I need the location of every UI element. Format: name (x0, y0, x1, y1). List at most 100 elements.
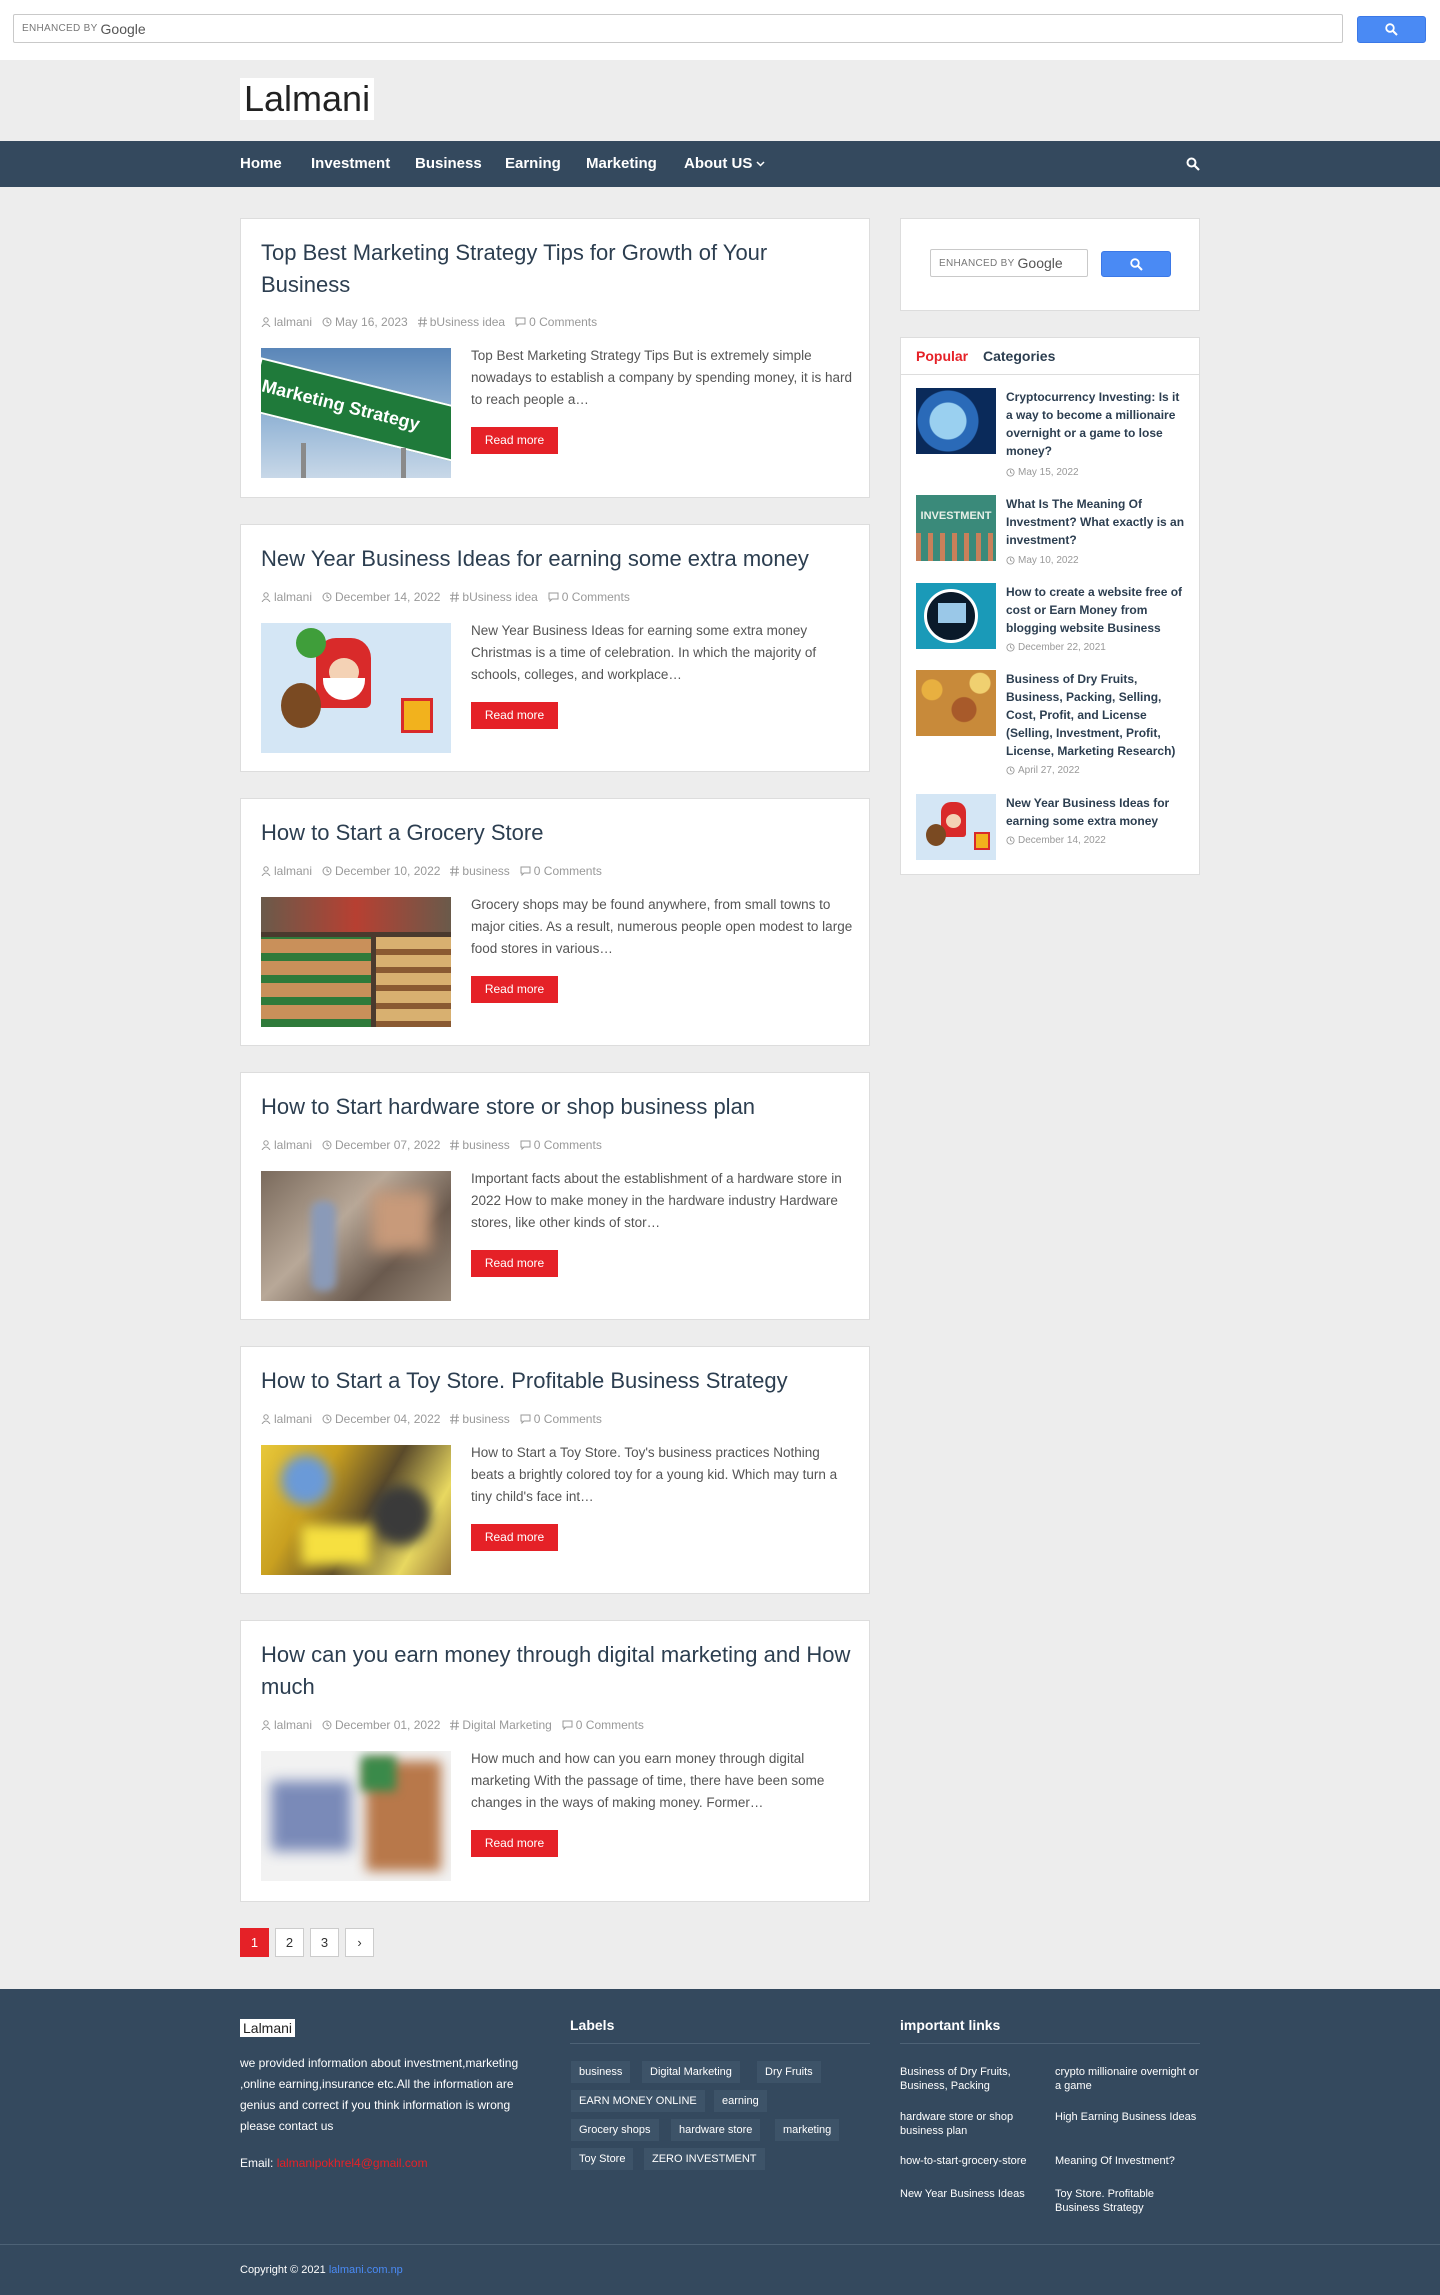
read-more-button[interactable]: Read more (471, 976, 558, 1003)
user-icon (261, 317, 271, 327)
post-comments[interactable]: 0 Comments (562, 1718, 644, 1732)
read-more-button[interactable]: Read more (471, 427, 558, 454)
post-title[interactable]: How can you earn money through digital m… (261, 1639, 851, 1703)
post-author[interactable]: lalmani (261, 315, 312, 329)
post-comments[interactable]: 0 Comments (515, 315, 597, 329)
popular-item-thumbnail[interactable] (916, 583, 996, 649)
read-more-button[interactable]: Read more (471, 1830, 558, 1857)
label-tag[interactable]: marketing (775, 2119, 840, 2141)
read-more-button[interactable]: Read more (471, 1524, 558, 1551)
post-label[interactable]: business (450, 864, 510, 878)
user-icon (261, 1720, 271, 1730)
popular-item-date: May 10, 2022 (1006, 555, 1079, 566)
post-label[interactable]: business (450, 1412, 510, 1426)
label-tag[interactable]: Digital Marketing (642, 2061, 740, 2083)
nav-business[interactable]: Business (415, 141, 482, 187)
popular-item-thumbnail[interactable] (916, 794, 996, 860)
post-author[interactable]: lalmani (261, 590, 312, 604)
user-icon (261, 592, 271, 602)
search-enhanced-label: ENHANCED BY (22, 23, 98, 34)
popular-item-title[interactable]: What Is The Meaning Of Investment? What … (1006, 495, 1186, 549)
post-title[interactable]: Top Best Marketing Strategy Tips for Gro… (261, 237, 851, 301)
post-comments[interactable]: 0 Comments (520, 864, 602, 878)
label-tag[interactable]: Toy Store (571, 2148, 634, 2170)
footer-link[interactable]: New Year Business Ideas (900, 2187, 1045, 2201)
post-thumbnail[interactable] (261, 1751, 451, 1881)
post-thumbnail[interactable] (261, 1171, 451, 1301)
tab-popular[interactable]: Popular (916, 338, 968, 375)
footer-link[interactable]: how-to-start-grocery-store (900, 2154, 1045, 2168)
popular-item-title[interactable]: Business of Dry Fruits, Business, Packin… (1006, 670, 1186, 760)
footer-link[interactable]: Toy Store. Profitable Business Strategy (1055, 2187, 1200, 2215)
site-logo[interactable]: Lalmani (240, 78, 375, 120)
post-comments[interactable]: 0 Comments (548, 590, 630, 604)
comment-icon (515, 317, 526, 327)
label-tag[interactable]: earning (714, 2090, 767, 2112)
page-2-button[interactable]: 2 (275, 1928, 304, 1957)
label-tag[interactable]: business (571, 2061, 631, 2083)
post-thumbnail[interactable] (261, 1445, 451, 1575)
post-comments[interactable]: 0 Comments (520, 1412, 602, 1426)
search-button[interactable] (1357, 16, 1426, 43)
copyright: Copyright © 2021 lalmani.com.np (240, 2264, 403, 2276)
post-comments[interactable]: 0 Comments (520, 1138, 602, 1152)
popular-item-title[interactable]: How to create a website free of cost or … (1006, 583, 1186, 637)
post-label[interactable]: Digital Marketing (450, 1718, 552, 1732)
hash-icon (417, 317, 427, 327)
label-tag[interactable]: ZERO INVESTMENT (644, 2148, 765, 2170)
copyright-text: Copyright © 2021 (240, 2264, 329, 2276)
post-thumbnail[interactable]: Marketing Strategy (261, 348, 451, 478)
sidebar-search-button[interactable] (1101, 251, 1171, 277)
footer-logo[interactable]: Lalmani (240, 2019, 296, 2037)
sidebar-search-input[interactable]: ENHANCED BY Google (930, 249, 1088, 277)
footer-link[interactable]: Business of Dry Fruits, Business, Packin… (900, 2065, 1045, 2093)
post-card: How to Start hardware store or shop busi… (240, 1072, 870, 1320)
popular-item-title[interactable]: New Year Business Ideas for earning some… (1006, 794, 1186, 830)
page-3-button[interactable]: 3 (310, 1928, 339, 1957)
footer-link[interactable]: High Earning Business Ideas (1055, 2110, 1200, 2124)
popular-item-thumbnail[interactable] (916, 388, 996, 454)
post-thumbnail[interactable] (261, 897, 451, 1027)
footer-link[interactable]: crypto millionaire overnight or a game (1055, 2065, 1200, 2093)
popular-item-title[interactable]: Cryptocurrency Investing: Is it a way to… (1006, 388, 1186, 460)
pagination: 1 2 3 › (240, 1928, 374, 1957)
label-tag[interactable]: Grocery shops (571, 2119, 659, 2141)
post-title[interactable]: New Year Business Ideas for earning some… (261, 543, 851, 575)
nav-earning[interactable]: Earning (505, 141, 561, 187)
next-page-button[interactable]: › (345, 1928, 374, 1957)
nav-search-button[interactable] (1186, 157, 1200, 171)
tab-categories[interactable]: Categories (983, 338, 1055, 375)
popular-item-thumbnail[interactable]: INVESTMENT (916, 495, 996, 561)
post-author[interactable]: lalmani (261, 1718, 312, 1732)
post-author[interactable]: lalmani (261, 864, 312, 878)
comment-icon (548, 592, 559, 602)
post-label[interactable]: bUsiness idea (417, 315, 505, 329)
page-1-button[interactable]: 1 (240, 1928, 269, 1957)
nav-home[interactable]: Home (240, 141, 282, 187)
read-more-button[interactable]: Read more (471, 702, 558, 729)
read-more-button[interactable]: Read more (471, 1250, 558, 1277)
copyright-site-link[interactable]: lalmani.com.np (329, 2264, 403, 2276)
post-title[interactable]: How to Start a Toy Store. Profitable Bus… (261, 1365, 851, 1397)
label-tag[interactable]: EARN MONEY ONLINE (571, 2090, 705, 2112)
footer-link[interactable]: hardware store or shop business plan (900, 2110, 1045, 2138)
post-author[interactable]: lalmani (261, 1412, 312, 1426)
label-tag[interactable]: Dry Fruits (757, 2061, 821, 2083)
search-icon (1385, 23, 1398, 36)
post-meta: lalmani December 04, 2022 business 0 Com… (261, 1412, 602, 1426)
popular-item-thumbnail[interactable] (916, 670, 996, 736)
footer-email-link[interactable]: lalmanipokhrel4@gmail.com (277, 2156, 428, 2170)
nav-marketing[interactable]: Marketing (586, 141, 657, 187)
post-title[interactable]: How to Start hardware store or shop busi… (261, 1091, 851, 1123)
label-tag[interactable]: hardware store (671, 2119, 761, 2141)
post-label[interactable]: bUsiness idea (450, 590, 538, 604)
post-title[interactable]: How to Start a Grocery Store (261, 817, 851, 849)
footer-link[interactable]: Meaning Of Investment? (1055, 2154, 1200, 2168)
post-label[interactable]: business (450, 1138, 510, 1152)
search-input[interactable]: ENHANCED BY Google (13, 14, 1343, 43)
nav-about-us[interactable]: About US (684, 141, 765, 187)
post-author[interactable]: lalmani (261, 1138, 312, 1152)
post-date: December 04, 2022 (322, 1412, 440, 1426)
nav-investment[interactable]: Investment (311, 141, 390, 187)
post-thumbnail[interactable] (261, 623, 451, 753)
